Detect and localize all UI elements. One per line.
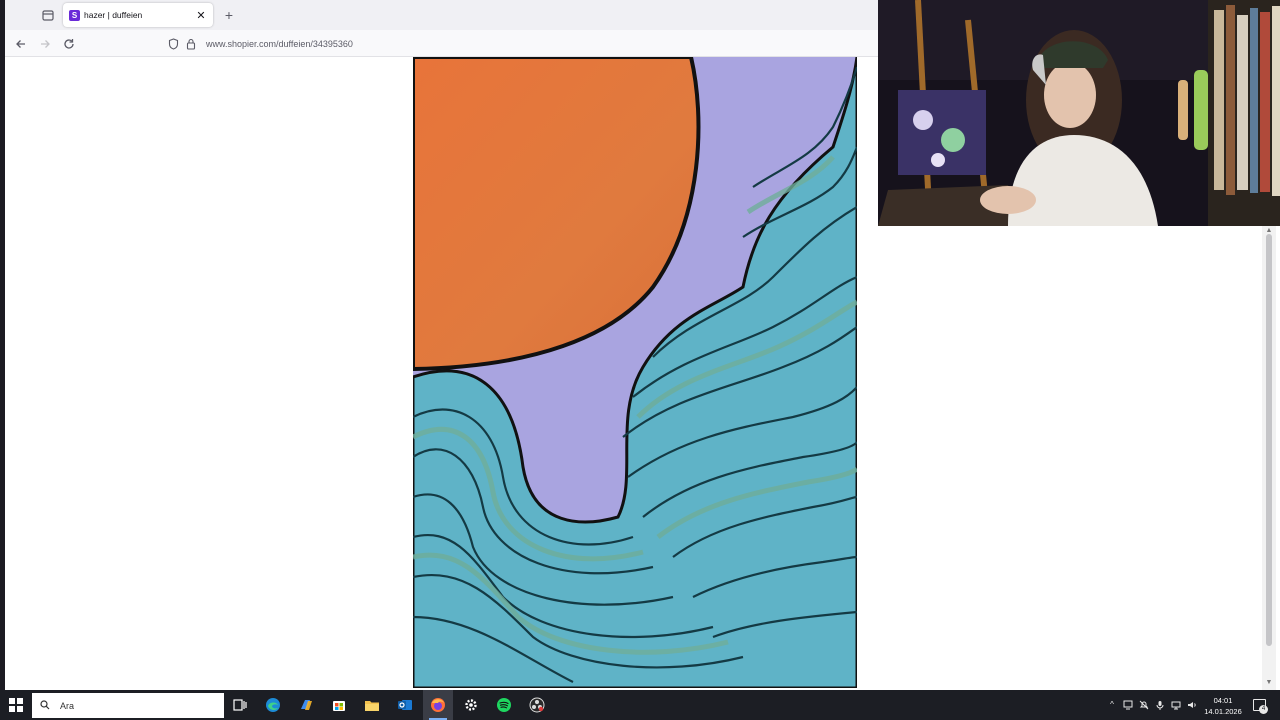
taskbar-clock[interactable]: 04:01 14.01.2026	[1200, 695, 1246, 717]
task-view-icon[interactable]	[230, 695, 250, 715]
file-explorer-icon[interactable]	[362, 695, 382, 715]
edge-icon[interactable]	[263, 695, 283, 715]
scroll-thumb[interactable]	[1266, 234, 1272, 646]
clock-date: 14.01.2026	[1204, 707, 1242, 716]
webcam-overlay	[878, 0, 1280, 226]
settings-gear-icon[interactable]	[461, 695, 481, 715]
spotify-icon[interactable]	[494, 695, 514, 715]
reload-icon[interactable]	[60, 35, 78, 53]
firefox-icon[interactable]	[428, 695, 448, 715]
plus-icon[interactable]: +	[219, 5, 239, 25]
forward-arrow-icon[interactable]	[36, 35, 54, 53]
search-icon	[40, 697, 50, 715]
copilot-icon[interactable]	[296, 695, 316, 715]
bell-muted-icon[interactable]	[1139, 700, 1149, 710]
navigation-bar: www.shopier.com/duffeien/34395360	[5, 30, 878, 57]
notification-badge: 4	[1259, 705, 1268, 714]
search-text: Ara	[60, 700, 75, 711]
network-icon[interactable]	[1171, 700, 1181, 710]
microphone-icon[interactable]	[1155, 700, 1165, 710]
lock-icon[interactable]	[184, 37, 198, 51]
volume-icon[interactable]	[1187, 700, 1197, 710]
device-icon[interactable]	[1123, 700, 1133, 710]
shopier-favicon-icon: S	[69, 9, 80, 21]
store-icon[interactable]	[329, 695, 349, 715]
screen: S hazer | duffeien ✕ + www.shopier.com/d…	[0, 0, 1280, 720]
url-text[interactable]: www.shopier.com/duffeien/34395360	[206, 39, 353, 49]
taskbar-search-box[interactable]: Ara	[32, 693, 224, 718]
tab-bar: S hazer | duffeien ✕ +	[5, 0, 878, 30]
close-icon[interactable]: ✕	[195, 9, 207, 22]
windows-taskbar: Ara ^ 04:01 14.01.2026 4	[0, 690, 1280, 720]
address-bar[interactable]: www.shopier.com/duffeien/34395360	[160, 33, 760, 54]
tab-title: hazer | duffeien	[84, 10, 143, 20]
page-scrollbar[interactable]: ▲ ▼	[1262, 226, 1276, 690]
windows-start-icon[interactable]	[0, 690, 32, 720]
product-image	[413, 57, 857, 688]
obs-icon[interactable]	[527, 695, 547, 715]
chevron-up-icon[interactable]: ^	[1107, 700, 1117, 710]
tracking-shield-icon[interactable]	[166, 37, 180, 51]
clock-time: 04:01	[1213, 696, 1233, 705]
back-arrow-icon[interactable]	[12, 35, 30, 53]
scroll-down-icon[interactable]: ▼	[1264, 678, 1274, 688]
browser-tab[interactable]: S hazer | duffeien ✕	[63, 3, 213, 27]
tab-list-icon[interactable]	[38, 6, 58, 24]
outlook-icon[interactable]	[395, 695, 415, 715]
